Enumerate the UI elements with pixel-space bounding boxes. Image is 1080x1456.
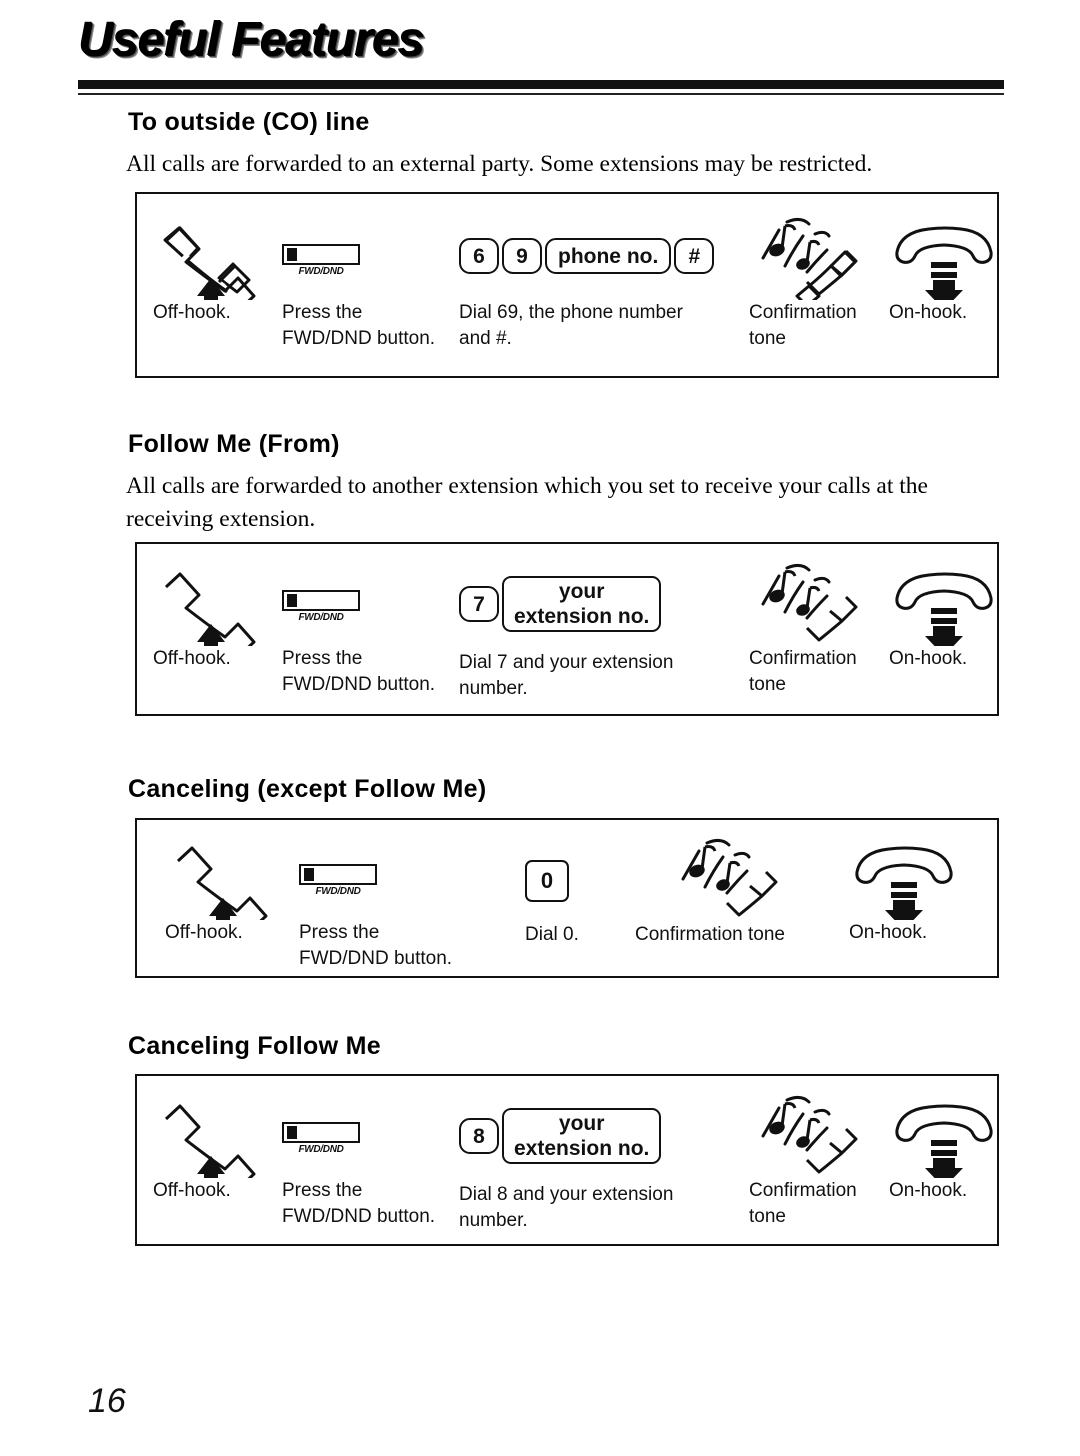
step-on-hook: On-hook.: [849, 842, 969, 946]
step-caption: Press the FWD/DND button.: [282, 302, 436, 349]
step-caption: Off-hook.: [153, 1180, 231, 1201]
step-off-hook: Off-hook.: [153, 222, 273, 326]
section-heading: Follow Me (From): [128, 430, 340, 458]
step-caption: Dial 0.: [525, 924, 579, 945]
step-confirmation-tone: Confirmation tone: [749, 1092, 879, 1230]
fwd-dnd-button-label: FWD/DND: [315, 886, 361, 897]
confirmation-tone-icon: [749, 214, 879, 300]
confirmation-tone-icon: [669, 834, 835, 922]
key-phone-no[interactable]: phone no.: [545, 238, 672, 274]
section-heading: To outside (CO) line: [128, 108, 370, 136]
fwd-dnd-button-label: FWD/DND: [298, 1144, 344, 1155]
procedure-diagram: Off-hook. FWD/DND Press the FWD/DND butt…: [135, 818, 999, 978]
off-hook-handset-icon: [153, 222, 273, 300]
off-hook-handset-icon: [165, 842, 285, 920]
section-heading: Canceling (except Follow Me): [128, 775, 487, 803]
confirmation-tone-icon: [749, 1092, 879, 1178]
step-on-hook: On-hook.: [889, 1100, 1009, 1204]
key-line-2: extension no.: [514, 1137, 650, 1160]
key-line-1: your: [558, 580, 605, 603]
off-hook-handset-icon: [153, 1100, 273, 1178]
page-number: 16: [88, 1382, 126, 1420]
step-caption: Confirmation tone: [749, 302, 857, 349]
keypad-keys-icon: 0: [525, 860, 645, 922]
step-confirmation-tone: Confirmation tone: [749, 560, 879, 698]
key-7[interactable]: 7: [459, 586, 499, 622]
step-off-hook: Off-hook.: [165, 842, 285, 946]
title-rule-thick: [78, 80, 1004, 89]
step-caption: On-hook.: [889, 648, 968, 669]
fwd-dnd-button-icon: FWD/DND: [282, 590, 447, 646]
keypad-keys-icon: 6 9 phone no. #: [459, 238, 739, 300]
step-caption: On-hook.: [889, 302, 968, 323]
key-9[interactable]: 9: [502, 238, 542, 274]
step-dial-zero: 0 Dial 0.: [525, 860, 645, 948]
fwd-dnd-button-icon: FWD/DND: [282, 1122, 447, 1178]
title-rule-thin: [78, 93, 1004, 95]
step-caption: Dial 7 and your extension number.: [459, 652, 674, 699]
key-your-extension-no[interactable]: your extension no.: [502, 576, 662, 632]
step-caption: Press the FWD/DND button.: [299, 922, 453, 969]
page-title: Useful Features: [78, 13, 424, 66]
key-your-extension-no[interactable]: your extension no.: [502, 1108, 662, 1164]
step-off-hook: Off-hook.: [153, 568, 273, 672]
keypad-keys-icon: 7 your extension no.: [459, 576, 739, 650]
fwd-dnd-button-icon: FWD/DND: [282, 244, 447, 300]
step-caption: Off-hook.: [153, 648, 231, 669]
on-hook-handset-icon: [889, 568, 1009, 646]
fwd-dnd-button-label: FWD/DND: [298, 612, 344, 623]
step-dial-digits: 6 9 phone no. # Dial 69, the phone numbe…: [459, 238, 739, 352]
step-caption: On-hook.: [889, 1180, 968, 1201]
step-caption: Dial 69, the phone number and #.: [459, 302, 683, 349]
procedure-diagram: Off-hook. FWD/DND Press the FWD/DND butt…: [135, 1074, 999, 1246]
key-hash[interactable]: #: [674, 238, 715, 274]
step-caption: Dial 8 and your extension number.: [459, 1184, 674, 1231]
key-line-2: extension no.: [514, 605, 650, 628]
step-caption: Confirmation tone: [749, 1180, 857, 1227]
key-6[interactable]: 6: [459, 238, 499, 274]
step-caption: Off-hook.: [153, 302, 231, 323]
step-confirmation-tone: Confirmation tone: [635, 834, 835, 948]
step-press-fwd-dnd: FWD/DND Press the FWD/DND button.: [282, 590, 447, 698]
step-dial-extension: 8 your extension no. Dial 8 and your ext…: [459, 1108, 739, 1234]
fwd-dnd-button-label: FWD/DND: [298, 266, 344, 277]
procedure-diagram: Off-hook. FWD/DND Press the FWD/DND butt…: [135, 192, 999, 378]
section-heading: Canceling Follow Me: [128, 1032, 381, 1060]
off-hook-handset-icon: [153, 568, 273, 646]
step-press-fwd-dnd: FWD/DND Press the FWD/DND button.: [299, 864, 469, 972]
keypad-keys-icon: 8 your extension no.: [459, 1108, 739, 1182]
section-body: All calls are forwarded to an external p…: [126, 151, 873, 177]
key-8[interactable]: 8: [459, 1118, 499, 1154]
key-line-1: your: [558, 1112, 605, 1135]
step-caption: On-hook.: [849, 922, 928, 943]
section-body: All calls are forwarded to another exten…: [126, 473, 928, 532]
step-confirmation-tone: Confirmation tone: [749, 214, 879, 352]
step-caption: Confirmation tone: [749, 648, 857, 695]
on-hook-handset-icon: [889, 1100, 1009, 1178]
confirmation-tone-icon: [749, 560, 879, 646]
step-press-fwd-dnd: FWD/DND Press the FWD/DND button.: [282, 244, 447, 352]
step-on-hook: On-hook.: [889, 568, 1009, 672]
on-hook-handset-icon: [849, 842, 969, 920]
procedure-diagram: Off-hook. FWD/DND Press the FWD/DND butt…: [135, 542, 999, 716]
on-hook-handset-icon: [889, 222, 1009, 300]
step-caption: Confirmation tone: [635, 924, 785, 945]
step-on-hook: On-hook.: [889, 222, 1009, 326]
step-press-fwd-dnd: FWD/DND Press the FWD/DND button.: [282, 1122, 447, 1230]
step-dial-extension: 7 your extension no. Dial 7 and your ext…: [459, 576, 739, 702]
step-caption: Press the FWD/DND button.: [282, 648, 436, 695]
key-0[interactable]: 0: [525, 860, 569, 902]
step-caption: Off-hook.: [165, 922, 243, 943]
step-caption: Press the FWD/DND button.: [282, 1180, 436, 1227]
fwd-dnd-button-icon: FWD/DND: [299, 864, 469, 920]
step-off-hook: Off-hook.: [153, 1100, 273, 1204]
